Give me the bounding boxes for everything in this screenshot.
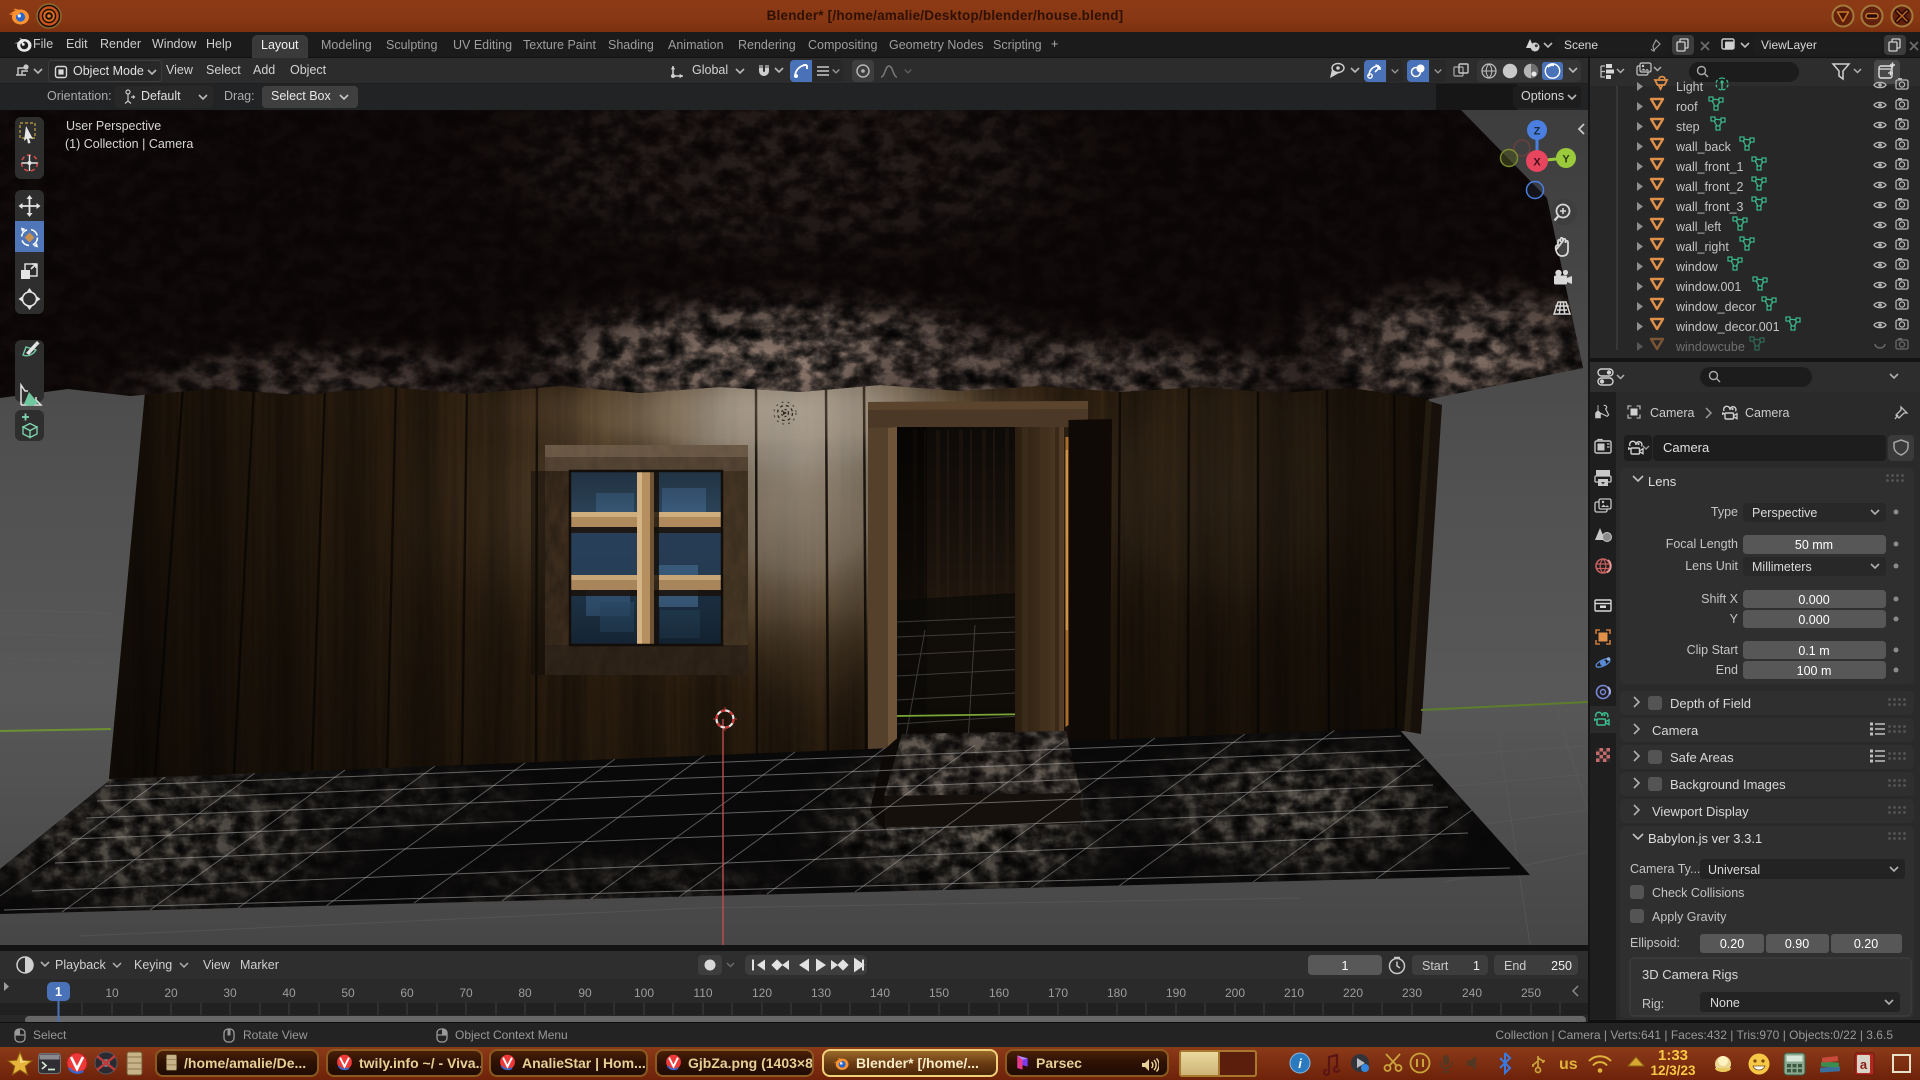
svg-text:wall_front_3: wall_front_3 — [1675, 200, 1743, 214]
svg-text:200: 200 — [1225, 986, 1245, 1000]
svg-text:190: 190 — [1166, 986, 1186, 1000]
svg-text:wall_front_1: wall_front_1 — [1675, 160, 1743, 174]
svg-text:1: 1 — [1473, 959, 1480, 973]
svg-text:Millimeters: Millimeters — [1752, 560, 1812, 574]
svg-text:None: None — [1710, 996, 1740, 1010]
svg-text:50: 50 — [341, 986, 355, 1000]
svg-text:Light: Light — [1676, 80, 1704, 94]
svg-text:window_decor: window_decor — [1675, 300, 1756, 314]
svg-text:Camera Ty...: Camera Ty... — [1630, 862, 1700, 876]
svg-text:wall_back: wall_back — [1675, 140, 1732, 154]
svg-text:210: 210 — [1284, 986, 1304, 1000]
svg-text:End: End — [1716, 663, 1738, 677]
svg-text:window.001: window.001 — [1675, 280, 1741, 294]
svg-text:Marker: Marker — [240, 958, 279, 972]
svg-text:Lens Unit: Lens Unit — [1685, 559, 1738, 573]
svg-text:window: window — [1675, 260, 1719, 274]
svg-text:250: 250 — [1551, 959, 1572, 973]
svg-text:150: 150 — [929, 986, 949, 1000]
svg-text:1: 1 — [55, 985, 62, 999]
svg-text:Check Collisions: Check Collisions — [1652, 886, 1744, 900]
svg-text:step: step — [1676, 120, 1700, 134]
svg-text:wall_front_2: wall_front_2 — [1675, 180, 1743, 194]
svg-text:Rig:: Rig: — [1642, 997, 1664, 1011]
svg-text:0.20: 0.20 — [1854, 937, 1878, 951]
svg-text:1: 1 — [1342, 959, 1349, 973]
svg-text:us: us — [1559, 1056, 1578, 1073]
svg-text:Keying: Keying — [134, 958, 172, 972]
svg-text:30: 30 — [223, 986, 237, 1000]
svg-text:Camera: Camera — [1650, 406, 1695, 420]
svg-text:250: 250 — [1521, 986, 1541, 1000]
svg-text:10: 10 — [105, 986, 119, 1000]
svg-text:Depth of Field: Depth of Field — [1670, 696, 1751, 711]
svg-text:240: 240 — [1462, 986, 1482, 1000]
svg-text:0.90: 0.90 — [1785, 937, 1809, 951]
svg-text:Safe Areas: Safe Areas — [1670, 750, 1734, 765]
svg-text:Viewport Display: Viewport Display — [1652, 804, 1749, 819]
svg-text:X: X — [1533, 157, 1541, 169]
svg-text:Y: Y — [1730, 612, 1739, 626]
svg-text:Focal Length: Focal Length — [1666, 537, 1738, 551]
svg-text:0.000: 0.000 — [1798, 613, 1829, 627]
svg-text:Start: Start — [1422, 959, 1449, 973]
svg-text:50 mm: 50 mm — [1795, 538, 1833, 552]
svg-text:windowcube: windowcube — [1675, 340, 1745, 354]
svg-text:220: 220 — [1343, 986, 1363, 1000]
svg-text:Y: Y — [1562, 154, 1570, 166]
svg-text:Babylon.js ver 3.3.1: Babylon.js ver 3.3.1 — [1648, 831, 1762, 846]
svg-text:Universal: Universal — [1708, 863, 1760, 877]
svg-text:Clip Start: Clip Start — [1687, 643, 1739, 657]
svg-text:20: 20 — [164, 986, 178, 1000]
svg-text:View: View — [203, 958, 231, 972]
svg-text:a: a — [1860, 1057, 1868, 1072]
svg-text:160: 160 — [989, 986, 1009, 1000]
svg-text:3D Camera Rigs: 3D Camera Rigs — [1642, 967, 1739, 982]
svg-text:Perspective: Perspective — [1752, 506, 1817, 520]
svg-text:Camera: Camera — [1652, 723, 1699, 738]
svg-text:Playback: Playback — [55, 958, 106, 972]
svg-text:180: 180 — [1107, 986, 1127, 1000]
svg-text:roof: roof — [1676, 100, 1698, 114]
svg-text:Background Images: Background Images — [1670, 777, 1786, 792]
svg-text:120: 120 — [752, 986, 772, 1000]
svg-text:230: 230 — [1402, 986, 1422, 1000]
svg-text:90: 90 — [578, 986, 592, 1000]
svg-text:Camera: Camera — [1663, 440, 1710, 455]
svg-text:Type: Type — [1711, 505, 1738, 519]
svg-text:window_decor.001: window_decor.001 — [1675, 320, 1780, 334]
svg-text:Camera: Camera — [1745, 406, 1790, 420]
svg-text:70: 70 — [459, 986, 473, 1000]
svg-text:0.000: 0.000 — [1798, 593, 1829, 607]
svg-text:Lens: Lens — [1648, 474, 1677, 489]
svg-text:40: 40 — [282, 986, 296, 1000]
svg-text:Ellipsoid:: Ellipsoid: — [1630, 936, 1680, 950]
svg-text:wall_left: wall_left — [1675, 220, 1722, 234]
svg-text:0.20: 0.20 — [1720, 937, 1744, 951]
svg-text:Shift X: Shift X — [1701, 592, 1738, 606]
svg-text:wall_right: wall_right — [1675, 240, 1729, 254]
svg-text:110: 110 — [693, 986, 712, 1000]
svg-text:130: 130 — [811, 986, 831, 1000]
svg-text:i: i — [1298, 1056, 1302, 1071]
svg-text:100 m: 100 m — [1797, 664, 1832, 678]
svg-text:170: 170 — [1048, 986, 1068, 1000]
svg-text:100: 100 — [634, 986, 654, 1000]
svg-text:Apply Gravity: Apply Gravity — [1652, 910, 1727, 924]
svg-text:End: End — [1504, 959, 1526, 973]
svg-text:60: 60 — [400, 986, 414, 1000]
svg-text:140: 140 — [870, 986, 890, 1000]
svg-text:0.1 m: 0.1 m — [1798, 644, 1829, 658]
svg-text:Z: Z — [1534, 126, 1541, 138]
svg-text:80: 80 — [518, 986, 532, 1000]
